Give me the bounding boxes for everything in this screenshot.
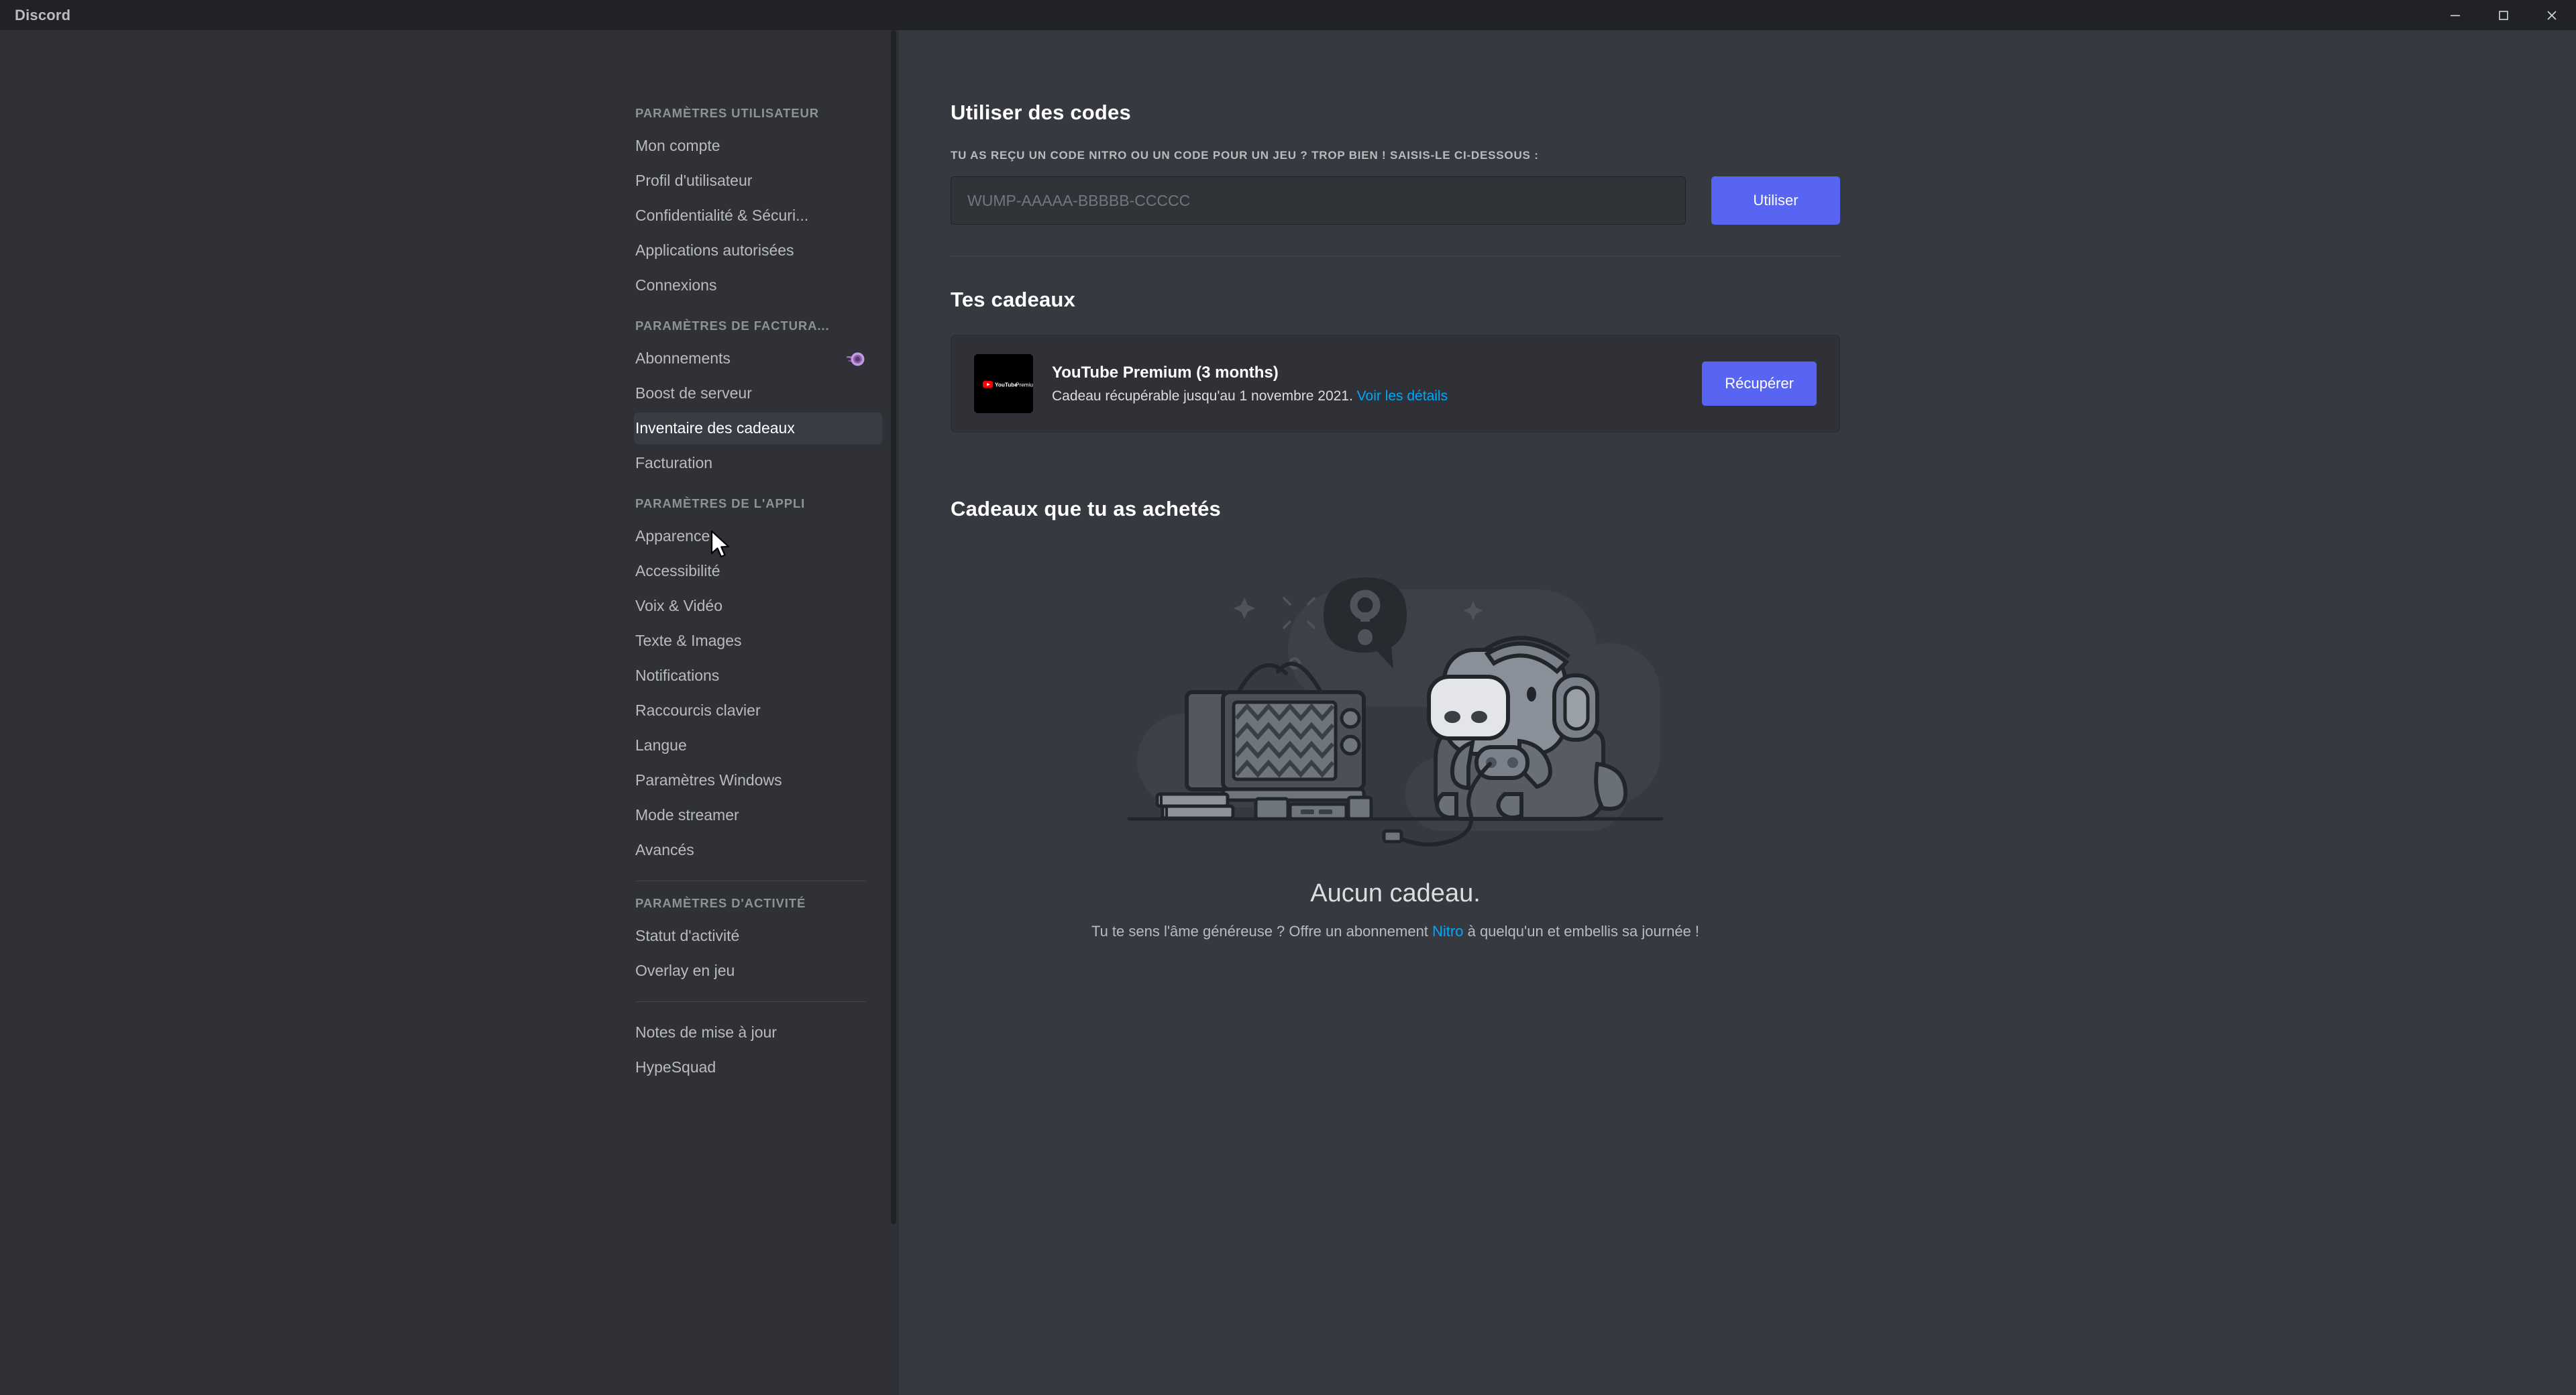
- close-icon: [2543, 7, 2561, 24]
- maximize-button[interactable]: [2479, 0, 2528, 30]
- sidebar-item-label: Statut d'activité: [635, 927, 739, 945]
- sidebar-group-header-user: PARAMÈTRES UTILISATEUR: [634, 106, 882, 130]
- sidebar-divider-2: [635, 1001, 866, 1002]
- sidebar-item-overlay-en-jeu[interactable]: Overlay en jeu: [634, 955, 882, 987]
- purchased-gifts-title: Cadeaux que tu as achetés: [951, 497, 1840, 521]
- sidebar-item-hypesquad[interactable]: HypeSquad: [634, 1052, 882, 1083]
- nitro-link[interactable]: Nitro: [1432, 923, 1463, 940]
- sidebar-item-label: Connexions: [635, 276, 716, 294]
- redeem-row: Utiliser: [951, 176, 1840, 225]
- sidebar-item-label: Confidentialité & Sécuri...: [635, 207, 808, 225]
- nitro-badge-icon: [845, 348, 866, 370]
- gift-subtitle: Cadeau récupérable jusqu'au 1 novembre 2…: [1052, 388, 1683, 404]
- redeem-section-title: Utiliser des codes: [951, 101, 1840, 125]
- sidebar-item-label: Applications autorisées: [635, 241, 794, 260]
- window-controls: [2431, 0, 2576, 30]
- sidebar-item-label: Voix & Vidéo: [635, 597, 722, 615]
- purchased-gifts-empty-state: Aucun cadeau. Tu te sens l'âme généreuse…: [951, 563, 1840, 940]
- sidebar-item-label: Accessibilité: [635, 562, 720, 580]
- sidebar-item-notes-de-mise-a-jour[interactable]: Notes de mise à jour: [634, 1017, 882, 1048]
- sidebar-item-voix-video[interactable]: Voix & Vidéo: [634, 590, 882, 622]
- settings-content: Utiliser des codes TU AS REÇU UN CODE NI…: [899, 30, 2576, 1395]
- svg-text:YouTube: YouTube: [995, 382, 1018, 388]
- sidebar-item-mode-streamer[interactable]: Mode streamer: [634, 799, 882, 831]
- sidebar-item-label: Facturation: [635, 454, 712, 472]
- sidebar-item-label: Raccourcis clavier: [635, 702, 761, 720]
- gift-details-link[interactable]: Voir les détails: [1357, 388, 1448, 404]
- empty-state-subtitle: Tu te sens l'âme généreuse ? Offre un ab…: [1091, 923, 1699, 940]
- sidebar-item-label: Apparence: [635, 527, 710, 545]
- sidebar-group-header-billing: PARAMÈTRES DE FACTURA...: [634, 319, 882, 343]
- sidebar-scrollbar-thumb[interactable]: [891, 30, 896, 1224]
- sidebar-item-inventaire-des-cadeaux[interactable]: Inventaire des cadeaux: [634, 412, 882, 444]
- redeem-button[interactable]: Utiliser: [1711, 176, 1840, 225]
- empty-state-title: Aucun cadeau.: [1310, 879, 1481, 908]
- sidebar-item-label: Avancés: [635, 841, 694, 859]
- empty-subtitle-after: à quelqu'un et embellis sa journée !: [1463, 923, 1699, 940]
- redeem-field-label: TU AS REÇU UN CODE NITRO OU UN CODE POUR…: [951, 149, 1840, 162]
- close-button[interactable]: [2528, 0, 2576, 30]
- sidebar-item-label: Paramètres Windows: [635, 771, 782, 789]
- sidebar-item-raccourcis-clavier[interactable]: Raccourcis clavier: [634, 695, 882, 726]
- sidebar-item-apparence[interactable]: Apparence: [634, 520, 882, 552]
- sidebar-item-connexions[interactable]: Connexions: [634, 270, 882, 301]
- sidebar-item-label: Abonnements: [635, 349, 731, 368]
- sidebar-item-notifications[interactable]: Notifications: [634, 660, 882, 691]
- gift-expiry-text: Cadeau récupérable jusqu'au 1 novembre 2…: [1052, 388, 1353, 404]
- gift-info: YouTube Premium (3 months) Cadeau récupé…: [1052, 364, 1683, 404]
- gift-name: YouTube Premium (3 months): [1052, 364, 1683, 382]
- app-title: Discord: [0, 7, 70, 24]
- sidebar-item-label: Mode streamer: [635, 806, 739, 824]
- sidebar-item-label: Notes de mise à jour: [635, 1023, 777, 1042]
- gift-thumbnail: YouTube Premium: [974, 354, 1033, 413]
- sidebar-item-parametres-windows[interactable]: Paramètres Windows: [634, 765, 882, 796]
- sidebar-item-confidentialite-securite[interactable]: Confidentialité & Sécuri...: [634, 200, 882, 231]
- sidebar-item-label: Overlay en jeu: [635, 962, 735, 980]
- sidebar-item-facturation[interactable]: Facturation: [634, 447, 882, 479]
- minimize-icon: [2447, 7, 2464, 24]
- sidebar-item-label: Texte & Images: [635, 632, 742, 650]
- sidebar-nav: PARAMÈTRES UTILISATEUR Mon compte Profil…: [634, 30, 882, 1113]
- sidebar-item-abonnements[interactable]: Abonnements: [634, 343, 882, 374]
- settings-sidebar: PARAMÈTRES UTILISATEUR Mon compte Profil…: [0, 30, 899, 1395]
- gift-code-input[interactable]: [951, 176, 1686, 225]
- youtube-premium-icon: YouTube Premium: [974, 354, 1033, 413]
- empty-subtitle-before: Tu te sens l'âme généreuse ? Offre un ab…: [1091, 923, 1432, 940]
- sidebar-item-label: Mon compte: [635, 137, 720, 155]
- title-bar: Discord: [0, 0, 2576, 30]
- gift-card: YouTube Premium YouTube Premium (3 month…: [951, 335, 1840, 433]
- sidebar-item-avances[interactable]: Avancés: [634, 834, 882, 866]
- sidebar-item-label: Notifications: [635, 667, 719, 685]
- sidebar-item-label: Boost de serveur: [635, 384, 752, 402]
- sidebar-item-applications-autorisees[interactable]: Applications autorisées: [634, 235, 882, 266]
- sidebar-item-langue[interactable]: Langue: [634, 730, 882, 761]
- maximize-icon: [2495, 7, 2512, 24]
- sidebar-item-label: Profil d'utilisateur: [635, 172, 752, 190]
- sidebar-item-label: HypeSquad: [635, 1058, 716, 1076]
- sidebar-item-boost-de-serveur[interactable]: Boost de serveur: [634, 378, 882, 409]
- sidebar-item-label: Inventaire des cadeaux: [635, 419, 795, 437]
- gift-inventory-page: Utiliser des codes TU AS REÇU UN CODE NI…: [951, 30, 1840, 940]
- sidebar-scrollbar[interactable]: [891, 30, 896, 1395]
- wumpus-watching-tv-illustration: [1117, 563, 1674, 851]
- sidebar-item-texte-images[interactable]: Texte & Images: [634, 625, 882, 657]
- sidebar-item-statut-activite[interactable]: Statut d'activité: [634, 920, 882, 952]
- your-gifts-title: Tes cadeaux: [951, 288, 1840, 312]
- claim-gift-button[interactable]: Récupérer: [1702, 361, 1817, 406]
- window-body: PARAMÈTRES UTILISATEUR Mon compte Profil…: [0, 30, 2576, 1395]
- svg-text:Premium: Premium: [1016, 382, 1033, 388]
- sidebar-item-profil-utilisateur[interactable]: Profil d'utilisateur: [634, 165, 882, 197]
- sidebar-item-mon-compte[interactable]: Mon compte: [634, 130, 882, 162]
- sidebar-item-accessibilite[interactable]: Accessibilité: [634, 555, 882, 587]
- minimize-button[interactable]: [2431, 0, 2479, 30]
- sidebar-group-header-app: PARAMÈTRES DE L'APPLI: [634, 496, 882, 520]
- sidebar-group-header-activity: PARAMÈTRES D'ACTIVITÉ: [634, 896, 882, 920]
- sidebar-item-label: Langue: [635, 736, 687, 755]
